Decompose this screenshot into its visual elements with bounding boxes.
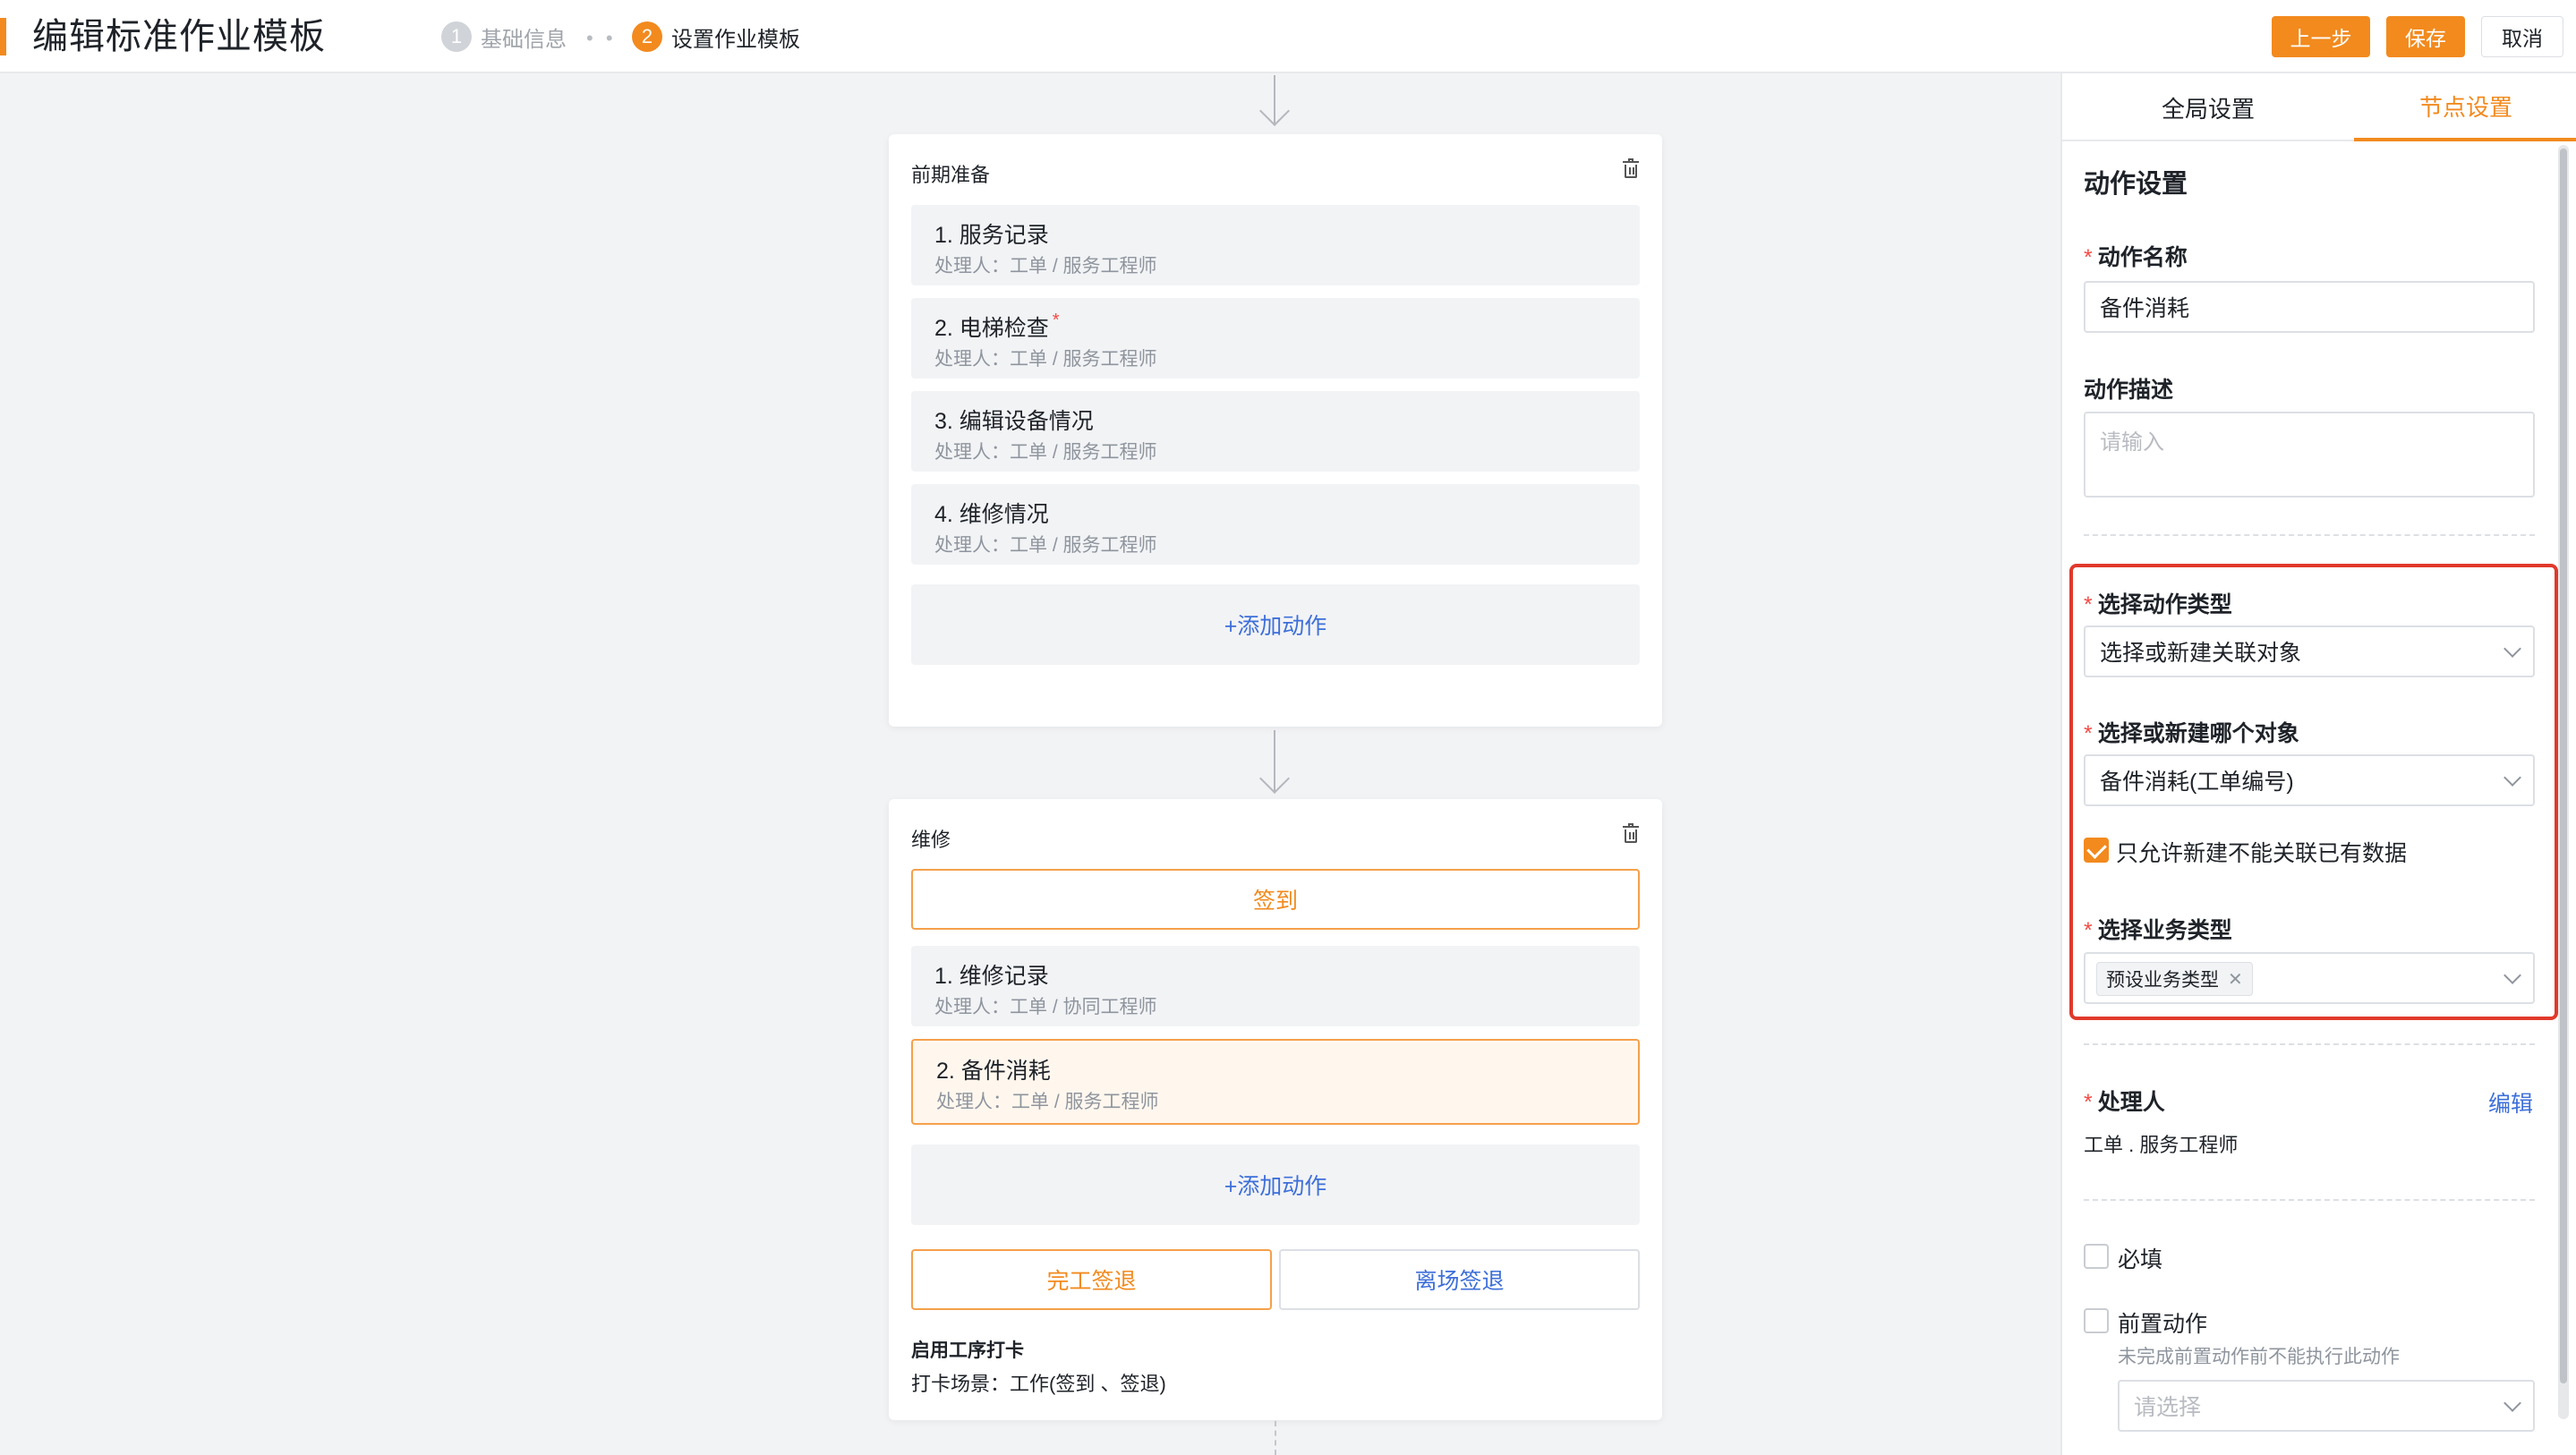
save-button[interactable]: 保存 [2386, 16, 2465, 57]
stage-card-repair: 维修 签到 1. 维修记录 处理人：工单 / 协同工程师 2. 备件消耗 处理人… [889, 799, 1662, 1420]
action-item[interactable]: 1. 服务记录 处理人：工单 / 服务工程师 [911, 205, 1640, 285]
action-handler: 处理人：工单 / 服务工程师 [934, 535, 1157, 556]
punch-description: 打卡场景：工作(签到 、签退) [911, 1373, 1166, 1395]
required-mark: * [1052, 311, 1060, 330]
section-divider [2084, 1199, 2535, 1201]
trash-icon[interactable] [1623, 823, 1639, 844]
chevron-down-icon [2503, 769, 2521, 787]
settings-panel: 全局设置 节点设置 动作设置 *动作名称 动作描述 *选择动作类型 选择或新建关… [2060, 73, 2576, 1455]
flow-arrow-middle [1259, 730, 1290, 795]
action-item[interactable]: 2. 电梯检查 * 处理人：工单 / 服务工程师 [911, 298, 1640, 379]
pre-action-placeholder: 请选择 [2134, 1395, 2202, 1420]
edit-handler-link[interactable]: 编辑 [2488, 1086, 2533, 1119]
add-action-button[interactable]: +添加动作 [911, 1144, 1640, 1225]
business-type-tag: 预设业务类型 ✕ [2096, 962, 2253, 996]
finish-checkout-button[interactable]: 完工签退 [911, 1249, 1272, 1310]
action-name: 2. 电梯检查 [934, 316, 1049, 341]
step-number-2: 2 [632, 21, 662, 52]
tab-node-settings[interactable]: 节点设置 [2354, 73, 2576, 141]
punch-title: 启用工序打卡 [911, 1340, 1024, 1361]
target-object-value: 备件消耗(工单编号) [2100, 770, 2294, 795]
pre-action-select[interactable]: 请选择 [2118, 1380, 2535, 1432]
target-object-label: * 选择或新建哪个对象 [2084, 721, 2299, 746]
stage-title: 前期准备 [911, 164, 991, 186]
action-handler: 处理人：工单 / 协同工程师 [934, 997, 1157, 1017]
action-name: 1. 维修记录 [934, 964, 1049, 989]
prev-step-button[interactable]: 上一步 [2272, 16, 2370, 57]
trash-icon[interactable] [1623, 158, 1639, 179]
chevron-down-icon [2503, 1394, 2521, 1412]
stage-card-prep: 前期准备 1. 服务记录 处理人：工单 / 服务工程师 2. 电梯检查 * 处理人… [889, 134, 1662, 727]
top-header: 编辑标准作业模板 1 基础信息 • • 2 设置作业模板 上一步 保存 取消 [0, 0, 2576, 73]
flow-arrow-top [1259, 75, 1290, 129]
handler-label: * 处理人 [2084, 1090, 2165, 1115]
leave-checkout-button[interactable]: 离场签退 [1279, 1249, 1640, 1310]
action-handler: 处理人：工单 / 服务工程师 [936, 1092, 1159, 1112]
only-new-label: 只允许新建不能关联已有数据 [2116, 841, 2408, 866]
step-template-settings[interactable]: 2 设置作业模板 [632, 20, 800, 54]
action-name: 2. 备件消耗 [936, 1059, 1051, 1084]
chevron-down-icon [2503, 966, 2521, 984]
pre-action-label: 前置动作 [2118, 1312, 2208, 1337]
action-desc-textarea[interactable] [2084, 412, 2535, 498]
action-handler: 处理人：工单 / 服务工程师 [934, 442, 1157, 463]
action-handler: 处理人：工单 / 服务工程师 [934, 349, 1157, 370]
cancel-button[interactable]: 取消 [2481, 16, 2563, 57]
step-separator: • • [586, 27, 617, 49]
business-type-select[interactable]: 预设业务类型 ✕ [2084, 952, 2535, 1004]
section-title: 动作设置 [2084, 170, 2188, 199]
step-number-1: 1 [441, 21, 472, 52]
action-type-select[interactable]: 选择或新建关联对象 [2084, 625, 2535, 677]
step-label-2: 设置作业模板 [671, 27, 800, 52]
panel-scrollbar[interactable] [2558, 145, 2569, 1419]
pre-action-checkbox[interactable] [2084, 1308, 2109, 1333]
stage-title: 维修 [911, 829, 951, 851]
action-item-selected[interactable]: 2. 备件消耗 处理人：工单 / 服务工程师 [911, 1039, 1640, 1125]
pre-action-hint: 未完成前置动作前不能执行此动作 [2118, 1347, 2400, 1367]
target-object-select[interactable]: 备件消耗(工单编号) [2084, 754, 2535, 806]
close-icon[interactable]: ✕ [2228, 968, 2243, 991]
action-name: 1. 服务记录 [934, 223, 1049, 248]
section-divider [2084, 1043, 2535, 1045]
action-item[interactable]: 3. 编辑设备情况 处理人：工单 / 服务工程师 [911, 391, 1640, 472]
chevron-down-icon [2503, 640, 2521, 658]
step-label-1: 基础信息 [481, 27, 567, 52]
tab-global-settings[interactable]: 全局设置 [2062, 73, 2354, 141]
only-new-checkbox[interactable] [2084, 838, 2109, 863]
action-desc-label: 动作描述 [2084, 378, 2174, 403]
action-type-label: * 选择动作类型 [2084, 592, 2232, 617]
handler-value: 工单 . 服务工程师 [2084, 1134, 2239, 1156]
action-name-label: * 动作名称 [2084, 245, 2188, 270]
action-type-value: 选择或新建关联对象 [2100, 641, 2302, 666]
required-checkbox[interactable] [2084, 1244, 2109, 1269]
checkin-button[interactable]: 签到 [911, 869, 1640, 930]
step-basic-info[interactable]: 1 基础信息 [441, 20, 567, 54]
flow-dashed-connector [1275, 1421, 1276, 1455]
action-item[interactable]: 1. 维修记录 处理人：工单 / 协同工程师 [911, 946, 1640, 1026]
action-handler: 处理人：工单 / 服务工程师 [934, 256, 1157, 277]
scrollbar-thumb[interactable] [2560, 149, 2567, 1383]
action-name: 4. 维修情况 [934, 502, 1049, 527]
header-accent-bar [0, 18, 6, 55]
required-label: 必填 [2118, 1247, 2163, 1272]
panel-tabs: 全局设置 节点设置 [2062, 73, 2576, 141]
action-name-input[interactable] [2084, 281, 2535, 333]
section-divider [2084, 534, 2535, 536]
business-type-label: * 选择业务类型 [2084, 918, 2232, 943]
business-type-tag-label: 预设业务类型 [2106, 970, 2219, 991]
page-title: 编辑标准作业模板 [32, 17, 326, 56]
action-name: 3. 编辑设备情况 [934, 409, 1094, 434]
add-action-button[interactable]: +添加动作 [911, 584, 1640, 665]
action-item[interactable]: 4. 维修情况 处理人：工单 / 服务工程师 [911, 484, 1640, 565]
